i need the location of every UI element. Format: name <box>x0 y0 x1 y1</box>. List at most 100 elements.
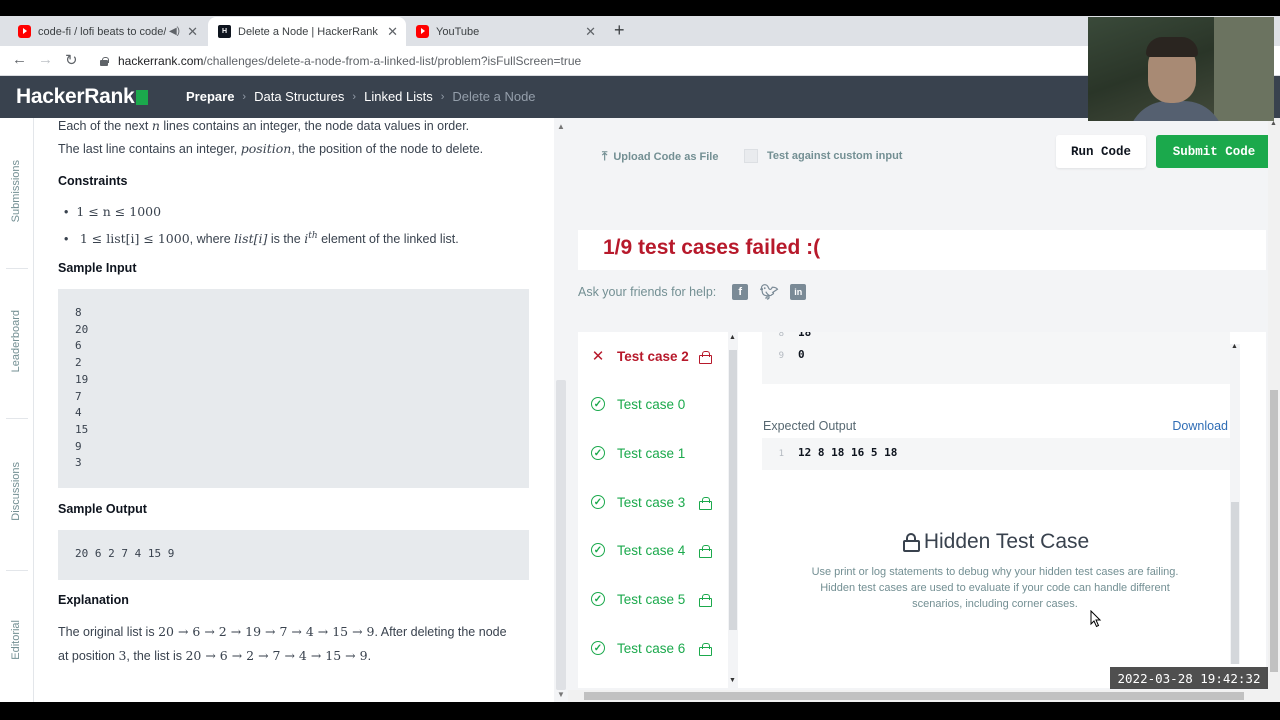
share-row: Ask your friends for help: f 🐦︎ in <box>578 284 807 301</box>
download-link[interactable]: Download <box>1172 419 1228 433</box>
scroll-down-icon[interactable]: ▼ <box>557 690 565 699</box>
test-case-item[interactable]: ✓ Test case 6 <box>578 624 728 672</box>
custom-input-checkbox[interactable] <box>744 149 758 163</box>
back-icon[interactable]: ← <box>12 51 27 68</box>
speaker-icon[interactable]: ◀) <box>169 26 180 37</box>
tab-lofi[interactable]: code-fi / lofi beats to code/relax to ◀)… <box>8 17 206 46</box>
chevron-right-icon: › <box>352 90 357 103</box>
scrollbar-thumb[interactable] <box>1270 390 1278 672</box>
tab-title: code-fi / lofi beats to code/relax to <box>38 25 166 38</box>
code-line: 19 <box>75 372 89 386</box>
test-case-label: Test case 3 <box>617 494 686 510</box>
expected-output-box: 1 12 8 18 16 5 18 <box>762 438 1230 470</box>
detail-scrollbar[interactable]: ▲ <box>1230 343 1240 664</box>
code-line: 3 <box>75 456 82 470</box>
logo-text: HackerRank <box>16 85 135 108</box>
explanation-text: The original list is 20 → 6 → 2 → 19 → 7… <box>58 620 538 668</box>
webcam-person <box>1128 101 1224 121</box>
code-line: 2 <box>75 356 82 370</box>
hackerrank-logo[interactable]: HackerRank <box>16 85 149 109</box>
scroll-up-icon[interactable]: ▲ <box>1270 120 1277 127</box>
text: is the <box>270 232 301 247</box>
twitter-icon[interactable]: 🐦︎ <box>760 284 779 301</box>
close-icon[interactable]: ✕ <box>187 24 198 40</box>
close-icon[interactable]: ✕ <box>585 24 596 40</box>
sample-output-heading: Sample Output <box>58 502 147 516</box>
check-icon: ✓ <box>591 397 605 411</box>
math-expr: 1 ≤ list[i] ≤ 1000 <box>79 231 190 247</box>
breadcrumb: Prepare › Data Structures › Linked Lists… <box>186 89 536 104</box>
sidebar-item-leaderboard[interactable]: Leaderboard <box>10 310 22 372</box>
test-case-label: Test case 4 <box>617 542 686 558</box>
scrollbar-thumb[interactable] <box>556 380 566 690</box>
line-text: 12 8 18 16 5 18 <box>798 446 898 459</box>
divider <box>6 418 28 419</box>
run-code-button[interactable]: Run Code <box>1056 135 1146 168</box>
problem-statement: Each of the next n lines contains an int… <box>34 118 554 702</box>
test-case-item[interactable]: ✓ Test case 0 <box>578 380 728 428</box>
math-sup: th <box>308 231 318 241</box>
reload-icon[interactable]: ↻ <box>65 51 78 69</box>
forward-icon[interactable]: → <box>38 51 53 68</box>
test-case-scrollbar[interactable]: ▲ ▼ <box>728 332 738 688</box>
youtube-icon <box>416 25 429 38</box>
scrollbar-thumb[interactable] <box>1231 502 1239 664</box>
horizontal-scrollbar[interactable] <box>568 690 1268 702</box>
input-format-line-2: The last line contains an integer, posit… <box>58 139 483 159</box>
text: lines contains an integer, the node data… <box>163 119 470 133</box>
scrollbar-thumb[interactable] <box>584 692 1244 700</box>
tab-hackerrank[interactable]: H Delete a Node | HackerRank ✕ <box>208 17 406 46</box>
math-expr: 20 → 6 → 2 → 19 → 7 → 4 → 15 → 9 <box>158 624 375 639</box>
scroll-down-icon[interactable]: ▼ <box>729 677 736 684</box>
test-case-item[interactable]: ✕ Test case 2 <box>578 332 728 380</box>
lock-icon <box>699 497 712 510</box>
test-case-list: ✕ Test case 2 ✓ Test case 0 ✓ Test case … <box>578 332 728 688</box>
constraints-list: 1 ≤ n ≤ 1000 1 ≤ list[i] ≤ 1000, where l… <box>64 200 459 251</box>
test-case-item[interactable]: ✓ Test case 3 <box>578 478 728 526</box>
facebook-icon[interactable]: f <box>732 284 749 300</box>
logo-mark <box>136 89 149 105</box>
sidebar-item-submissions[interactable]: Submissions <box>10 160 22 222</box>
scroll-up-icon[interactable]: ▲ <box>557 122 565 131</box>
scroll-up-icon[interactable]: ▲ <box>1231 343 1238 350</box>
sidebar-item-discussions[interactable]: Discussions <box>10 462 22 521</box>
test-case-item[interactable]: ✓ Test case 5 <box>578 575 728 623</box>
linkedin-icon[interactable]: in <box>790 284 807 300</box>
constraint-item: 1 ≤ list[i] ≤ 1000, where list[i] is the… <box>64 224 459 251</box>
line-number: 8 <box>778 332 784 339</box>
new-tab-icon[interactable]: + <box>614 20 625 41</box>
panel-splitter[interactable]: ▲ ▼ <box>554 118 568 702</box>
scroll-up-icon[interactable]: ▲ <box>729 334 736 341</box>
submit-code-button[interactable]: Submit Code <box>1156 135 1272 168</box>
breadcrumb-prepare[interactable]: Prepare <box>186 89 234 104</box>
breadcrumb-linked-lists[interactable]: Linked Lists <box>364 89 433 104</box>
hidden-title-text: Hidden Test Case <box>923 530 1090 553</box>
scrollbar-thumb[interactable] <box>729 350 737 630</box>
code-line: 90 <box>772 348 805 361</box>
expected-output-label: Expected Output <box>763 419 857 433</box>
math-var: list[i] <box>234 231 268 247</box>
math-expr: 20 → 6 → 2 → 7 → 4 → 15 → 9 <box>185 648 368 663</box>
chevron-right-icon: › <box>440 90 445 103</box>
test-case-item[interactable]: ✓ Test case 1 <box>578 429 728 477</box>
failed-icon: ✕ <box>591 348 605 365</box>
sample-output-box: 20 6 2 7 4 15 9 <box>58 530 529 580</box>
upload-code-button[interactable]: ⤒ Upload Code as File <box>602 149 718 164</box>
breadcrumb-data-structures[interactable]: Data Structures <box>254 89 344 104</box>
editor-toolbar: ⤒ Upload Code as File Test against custo… <box>578 118 1272 196</box>
problem-sidebar: Submissions Leaderboard Discussions Edit… <box>0 118 34 702</box>
check-icon: ✓ <box>591 495 605 509</box>
close-icon[interactable]: ✕ <box>387 24 398 40</box>
sidebar-item-editorial[interactable]: Editorial <box>10 620 22 660</box>
divider <box>6 570 28 571</box>
math-var: n <box>151 118 160 133</box>
constraints-heading: Constraints <box>58 174 128 188</box>
test-case-item[interactable]: ✓ Test case 4 <box>578 526 728 574</box>
page-scrollbar[interactable]: ▲ <box>1268 118 1280 702</box>
line-text: 0 <box>798 348 805 361</box>
code-line: 20 <box>75 322 89 336</box>
custom-input-toggle[interactable]: Test against custom input <box>744 149 902 163</box>
text: , where <box>189 232 231 247</box>
url-field[interactable]: hackerrank.com/challenges/delete-a-node-… <box>100 54 581 68</box>
tab-youtube[interactable]: YouTube ✕ <box>406 17 604 46</box>
